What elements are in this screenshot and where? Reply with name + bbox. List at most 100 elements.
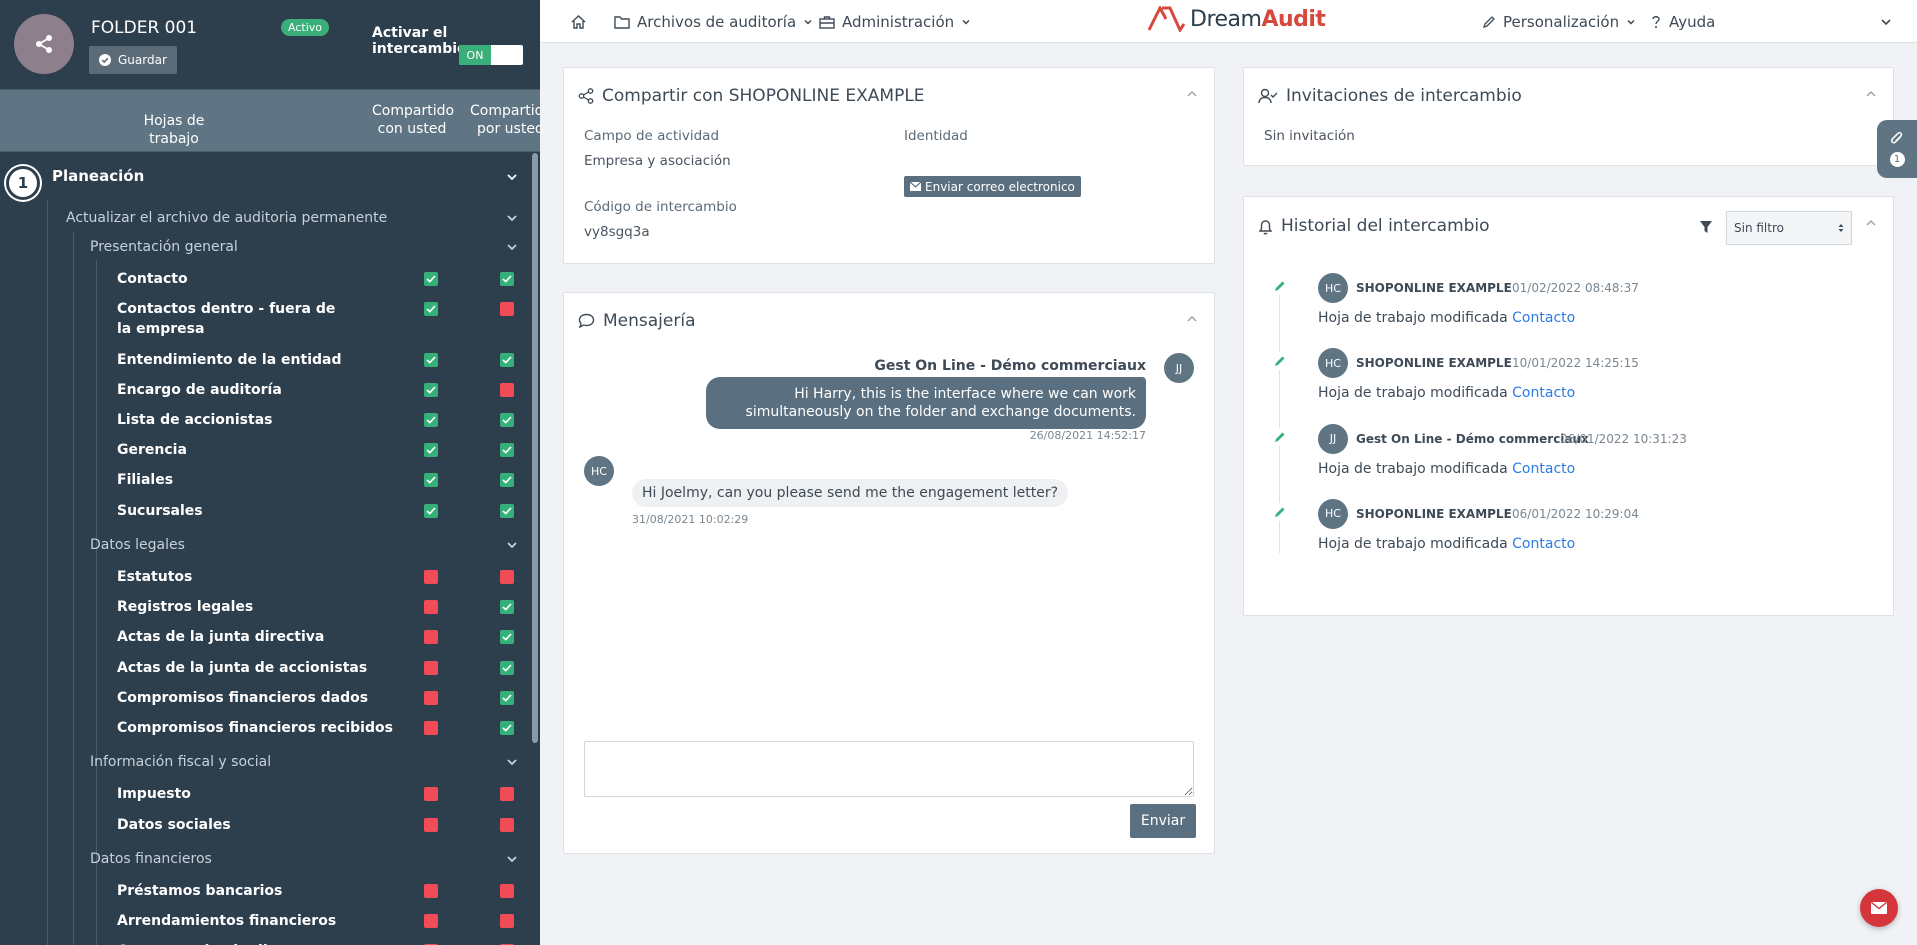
worksheet-item[interactable]: Entendimiento de la entidad: [117, 350, 342, 370]
history-worksheet-link[interactable]: Contacto: [1512, 310, 1575, 326]
nav-administration[interactable]: Administración: [819, 0, 971, 43]
worksheet-item[interactable]: Contratos de alquiler: [117, 941, 284, 945]
worksheet-item[interactable]: Actas de la junta de accionistas: [117, 658, 367, 678]
shared-by-you-checkbox[interactable]: [500, 503, 514, 518]
scrollbar-thumb[interactable]: [532, 153, 538, 743]
attachments-tab[interactable]: 1: [1877, 120, 1917, 178]
chevron-down-icon[interactable]: [506, 853, 518, 865]
shared-with-you-checkbox[interactable]: [424, 914, 438, 929]
worksheet-item[interactable]: Encargo de auditoría: [117, 380, 282, 400]
chevron-down-icon[interactable]: [506, 539, 518, 551]
shared-with-you-checkbox[interactable]: [424, 570, 438, 584]
shared-by-you-checkbox[interactable]: [500, 272, 514, 287]
worksheet-item[interactable]: Contactos dentro - fuera de la empresa: [117, 299, 347, 339]
history-worksheet-link[interactable]: Contacto: [1512, 461, 1575, 477]
exchange-toggle[interactable]: ON: [459, 45, 523, 65]
send-email-button[interactable]: Enviar correo electronico: [904, 176, 1081, 197]
shared-with-you-checkbox[interactable]: [424, 382, 438, 397]
shared-with-you-checkbox[interactable]: [424, 660, 438, 675]
chevron-down-icon[interactable]: [506, 171, 518, 183]
shared-with-you-checkbox[interactable]: [424, 787, 438, 802]
shared-with-you-checkbox[interactable]: [424, 503, 438, 518]
shared-with-you-checkbox[interactable]: [424, 600, 438, 615]
shared-by-you-checkbox[interactable]: [500, 787, 514, 802]
shared-by-you-checkbox[interactable]: [500, 570, 514, 584]
avatar: HC: [584, 456, 614, 486]
shared-with-you-checkbox[interactable]: [424, 690, 438, 705]
shared-by-you-checkbox[interactable]: [500, 382, 514, 397]
shared-by-you-checkbox[interactable]: [500, 914, 514, 929]
subgroup-title[interactable]: Datos legales: [90, 537, 185, 553]
worksheet-item[interactable]: Gerencia: [117, 440, 187, 460]
nav-help[interactable]: Ayuda: [1650, 0, 1715, 43]
filter-icon[interactable]: [1699, 220, 1713, 234]
chevron-up-icon[interactable]: [1186, 313, 1198, 325]
send-button[interactable]: Enviar: [1130, 804, 1196, 838]
worksheet-item[interactable]: Filiales: [117, 470, 173, 490]
shared-by-you-checkbox[interactable]: [500, 302, 514, 317]
worksheet-item[interactable]: Impuesto: [117, 784, 191, 804]
shared-with-you-checkbox[interactable]: [424, 721, 438, 735]
subgroup-title[interactable]: Datos financieros: [90, 851, 212, 867]
history-worksheet-link[interactable]: Contacto: [1512, 385, 1575, 401]
worksheet-item[interactable]: Registros legales: [117, 597, 253, 617]
checkmark-icon: [502, 694, 512, 702]
share-avatar[interactable]: [14, 14, 74, 74]
nav-audit-files[interactable]: Archivos de auditoría: [614, 0, 813, 43]
worksheet-item[interactable]: Lista de accionistas: [117, 410, 273, 430]
shared-by-you-checkbox[interactable]: [500, 630, 514, 645]
worksheet-item[interactable]: Compromisos financieros recibidos: [117, 718, 393, 738]
shared-by-you-checkbox[interactable]: [500, 600, 514, 615]
shared-by-you-checkbox[interactable]: [500, 690, 514, 705]
shared-by-you-checkbox[interactable]: [500, 721, 514, 735]
sidebar-scrollbar[interactable]: [530, 153, 540, 945]
shared-by-you-checkbox[interactable]: [500, 443, 514, 458]
worksheet-item[interactable]: Sucursales: [117, 501, 203, 521]
shared-by-you-checkbox[interactable]: [500, 660, 514, 675]
shared-with-you-checkbox[interactable]: [424, 884, 438, 898]
worksheet-item[interactable]: Datos sociales: [117, 815, 231, 835]
chevron-down-icon[interactable]: [506, 212, 518, 224]
subgroup-title[interactable]: Información fiscal y social: [90, 754, 271, 770]
group-title[interactable]: Actualizar el archivo de auditoria perma…: [66, 210, 387, 226]
shared-by-you-checkbox[interactable]: [500, 817, 514, 832]
worksheet-item[interactable]: Préstamos bancarios: [117, 881, 282, 901]
shared-with-you-checkbox[interactable]: [424, 352, 438, 367]
history-action: Hoja de trabajo modificada Contacto: [1318, 461, 1575, 477]
save-button[interactable]: Guardar: [89, 46, 177, 74]
message-input[interactable]: [584, 741, 1194, 797]
tree-line-level3: [96, 260, 97, 945]
shared-by-you-checkbox[interactable]: [500, 884, 514, 898]
col-shared-with-you: Compartido con usted: [372, 102, 454, 138]
chevron-down-icon[interactable]: [506, 241, 518, 253]
chevron-down-icon[interactable]: [506, 756, 518, 768]
shared-by-you-checkbox[interactable]: [500, 473, 514, 488]
history-filter-select[interactable]: Sin filtro: [1726, 211, 1852, 245]
section-title[interactable]: Planeación: [52, 167, 144, 185]
shared-with-you-checkbox[interactable]: [424, 302, 438, 317]
mail-fab-button[interactable]: [1860, 889, 1898, 927]
shared-with-you-checkbox[interactable]: [424, 413, 438, 427]
chevron-up-icon[interactable]: [1865, 217, 1877, 229]
shared-with-you-checkbox[interactable]: [424, 443, 438, 458]
worksheet-item[interactable]: Contacto: [117, 269, 188, 289]
worksheet-item[interactable]: Arrendamientos financieros: [117, 911, 336, 931]
user-menu-toggle[interactable]: [1880, 0, 1892, 43]
shared-with-you-checkbox[interactable]: [424, 817, 438, 832]
home-link[interactable]: [570, 0, 587, 43]
worksheet-item[interactable]: Compromisos financieros dados: [117, 688, 368, 708]
chevron-up-icon[interactable]: [1865, 88, 1877, 100]
nav-personalization[interactable]: Personalización: [1482, 0, 1636, 43]
pencil-icon: [1271, 277, 1289, 295]
dreamaudit-logo[interactable]: DreamAudit: [1148, 6, 1326, 32]
chevron-up-icon[interactable]: [1186, 88, 1198, 100]
shared-with-you-checkbox[interactable]: [424, 272, 438, 287]
history-worksheet-link[interactable]: Contacto: [1512, 536, 1575, 552]
subgroup-title[interactable]: Presentación general: [90, 239, 238, 255]
shared-by-you-checkbox[interactable]: [500, 352, 514, 367]
shared-with-you-checkbox[interactable]: [424, 473, 438, 488]
shared-with-you-checkbox[interactable]: [424, 630, 438, 645]
worksheet-item[interactable]: Actas de la junta directiva: [117, 627, 324, 647]
shared-by-you-checkbox[interactable]: [500, 413, 514, 427]
worksheet-item[interactable]: Estatutos: [117, 567, 192, 587]
